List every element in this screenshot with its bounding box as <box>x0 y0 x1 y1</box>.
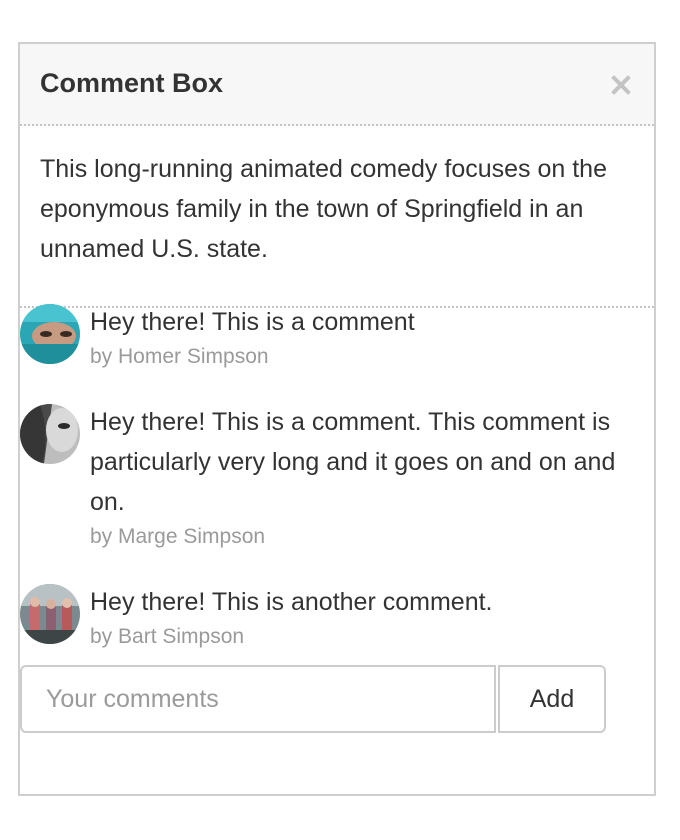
comment-text: Hey there! This is a comment. This comme… <box>90 408 616 516</box>
avatar-image-group <box>20 584 80 644</box>
comment-text: Hey there! This is a comment <box>90 308 415 336</box>
add-button[interactable]: Add <box>498 665 606 733</box>
avatar-image-teal <box>20 304 80 364</box>
comment-input[interactable] <box>20 665 496 733</box>
avatar <box>20 584 80 644</box>
panel-title: Comment Box <box>40 68 224 98</box>
comment-author: by Bart Simpson <box>90 625 245 648</box>
avatar <box>20 404 80 464</box>
avatar-image-grayscale <box>20 404 80 464</box>
comment-author: by Marge Simpson <box>90 525 266 548</box>
panel-description: This long-running animated comedy focuse… <box>40 155 607 263</box>
comment-author: by Homer Simpson <box>90 345 269 368</box>
panel-body: This long-running animated comedy focuse… <box>20 126 654 308</box>
avatar <box>20 304 80 364</box>
comment-item: Hey there! This is a comment. This comme… <box>20 402 620 550</box>
comment-item: Hey there! This is another comment. by B… <box>20 582 493 650</box>
close-icon[interactable] <box>608 72 634 98</box>
panel-header: Comment Box <box>20 44 654 126</box>
comment-text: Hey there! This is another comment. <box>90 588 493 616</box>
comment-item: Hey there! This is a comment by Homer Si… <box>20 302 415 370</box>
comment-form: Add <box>20 665 606 733</box>
